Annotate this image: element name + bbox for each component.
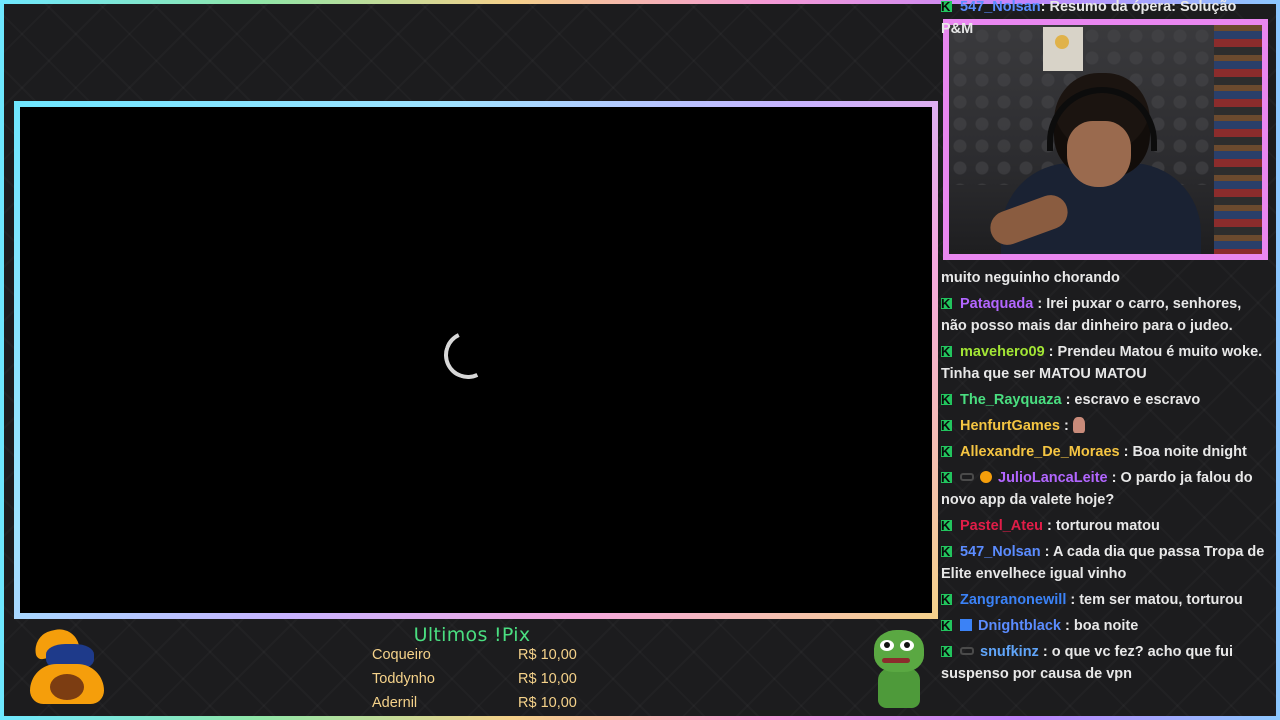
chat-username[interactable]: Zangranonewill [960, 592, 1066, 608]
chat-panel: 547_Nolsan: Resumo da ópera: Solução P&M… [941, 0, 1271, 690]
kick-badge-icon [941, 641, 952, 663]
chat-username[interactable]: JulioLancaLeite [998, 470, 1108, 486]
chat-text: : tem ser matou, torturou [1070, 592, 1243, 608]
pix-donor-name: Toddynho [372, 671, 435, 687]
kick-badge-icon [941, 0, 952, 18]
chat-message: Pataquada : Irei puxar o carro, senhores… [941, 293, 1269, 337]
chat-message: 547_Nolsan: Resumo da ópera: Solução P&M [941, 0, 1269, 40]
pix-donor-name: Adernil [372, 695, 418, 711]
subscriber-badge-icon [980, 471, 992, 483]
kick-badge-icon [941, 515, 952, 537]
pix-amount: R$ 10,00 [518, 671, 577, 687]
emote-icon [1072, 417, 1085, 433]
chat-username[interactable]: Pastel_Ateu [960, 518, 1043, 534]
kick-badge-icon [941, 293, 952, 315]
chat-message: JulioLancaLeite : O pardo ja falou do no… [941, 467, 1269, 511]
blue-badge-icon [960, 619, 972, 631]
chat-text: : boa noite [1065, 618, 1139, 634]
chat-text: : torturou matou [1047, 518, 1160, 534]
pix-amount: R$ 10,00 [518, 695, 577, 711]
chat-username[interactable]: The_Rayquaza [960, 392, 1062, 408]
chat-message: Pastel_Ateu : torturou matou [941, 515, 1269, 537]
kick-badge-icon [941, 415, 952, 437]
kick-badge-icon [941, 441, 952, 463]
pix-amount: R$ 10,00 [518, 647, 577, 663]
verified-badge-icon [960, 473, 974, 481]
chat-username[interactable]: mavehero09 [960, 344, 1045, 360]
chat-message: mavehero09 : Prendeu Matou é muito woke.… [941, 341, 1269, 385]
pix-entry: Toddynho R$ 10,00 [372, 668, 582, 690]
chat-username[interactable]: Pataquada [960, 296, 1033, 312]
kick-badge-icon [941, 615, 952, 637]
chat-text: muito neguinho chorando [941, 270, 1120, 286]
chat-username[interactable]: Dnightblack [978, 618, 1061, 634]
pix-entry: Adernil R$ 10,00 [372, 692, 582, 714]
chat-username[interactable]: 547_Nolsan [960, 0, 1041, 15]
chat-message: snufkinz : o que vc fez? acho que fui su… [941, 641, 1269, 685]
kick-badge-icon [941, 589, 952, 611]
mascot-character-image [26, 625, 108, 706]
chat-message: The_Rayquaza : escravo e escravo [941, 389, 1269, 411]
chat-text: : Boa noite dnight [1123, 444, 1247, 460]
chat-message: HenfurtGames : [941, 415, 1269, 437]
chat-message: Zangranonewill : tem ser matou, torturou [941, 589, 1269, 611]
pepe-frog-image [868, 626, 928, 710]
chat-message: muito neguinho chorando [941, 267, 1269, 289]
kick-badge-icon [941, 467, 952, 489]
verified-badge-icon [960, 647, 974, 655]
chat-text: : escravo e escravo [1065, 392, 1201, 408]
chat-username[interactable]: HenfurtGames [960, 418, 1060, 434]
chat-message: Dnightblack : boa noite [941, 615, 1269, 637]
chat-message: Allexandre_De_Moraes : Boa noite dnight [941, 441, 1269, 463]
chat-username[interactable]: snufkinz [980, 644, 1039, 660]
chat-message: 547_Nolsan : A cada dia que passa Tropa … [941, 541, 1269, 585]
chat-text: : [1063, 418, 1069, 434]
kick-badge-icon [941, 389, 952, 411]
chat-username[interactable]: Allexandre_De_Moraes [960, 444, 1120, 460]
kick-badge-icon [941, 541, 952, 563]
kick-badge-icon [941, 341, 952, 363]
pix-entry: Coqueiro R$ 10,00 [372, 644, 582, 666]
chat-username[interactable]: 547_Nolsan [960, 544, 1041, 560]
pix-donor-name: Coqueiro [372, 647, 431, 663]
